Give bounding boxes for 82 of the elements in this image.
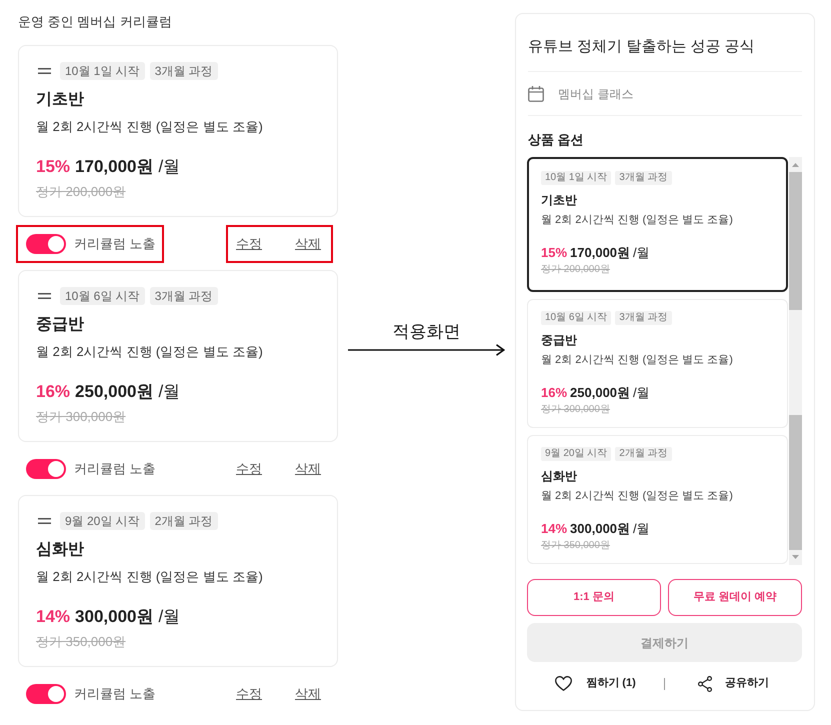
course-tag: 9월 20일 시작 <box>60 512 145 530</box>
action-button[interactable]: 1:1 문의 <box>527 579 661 616</box>
course-description: 월 2회 2시간씩 진행 (일정은 별도 조율) <box>36 118 264 136</box>
price-text: 300,000원 <box>570 520 630 538</box>
unit-text: /월 <box>158 606 180 628</box>
unit-text: /월 <box>633 244 650 262</box>
drag-handle-icon[interactable] <box>38 68 51 74</box>
section-heading: 상품 옵션 <box>528 131 585 149</box>
course-description: 월 2회 2시간씩 진행 (일정은 별도 조율) <box>541 213 734 228</box>
course-title: 기초반 <box>36 90 85 110</box>
discount-text: 14% <box>36 606 70 628</box>
course-tag: 3개월 과정 <box>615 311 672 325</box>
edit-link[interactable]: 수정 <box>236 458 262 478</box>
original-price: 정가 200,000원 <box>541 263 611 277</box>
course-tag: 3개월 과정 <box>615 171 672 185</box>
course-tag: 2개월 과정 <box>150 512 218 530</box>
unit-text: /월 <box>158 156 180 178</box>
course-tag: 3개월 과정 <box>150 62 218 80</box>
price-text: 170,000원 <box>75 156 154 178</box>
original-price: 정가 350,000원 <box>541 539 611 553</box>
category-label: 멤버십 클래스 <box>558 86 634 102</box>
edit-link[interactable]: 수정 <box>236 234 262 254</box>
heart-icon <box>555 676 572 691</box>
calendar-icon <box>528 86 544 102</box>
course-tag: 10월 1일 시작 <box>541 171 612 185</box>
drag-handle-icon[interactable] <box>38 293 51 299</box>
like-button[interactable]: 찜하기 (1) <box>555 675 636 692</box>
unit-text: /월 <box>633 520 650 538</box>
original-price: 정가 200,000원 <box>36 183 127 201</box>
preview-title: 유튜브 정체기 탈출하는 성공 공식 <box>528 37 756 57</box>
discount-text: 16% <box>36 381 70 403</box>
original-price: 정가 300,000원 <box>541 403 611 417</box>
original-price: 정가 350,000원 <box>36 633 127 651</box>
section-heading: 운영 중인 멤버십 커리큘럼 <box>18 13 173 31</box>
course-tag: 2개월 과정 <box>615 447 672 461</box>
delete-link[interactable]: 삭제 <box>295 234 321 254</box>
course-tag: 10월 6일 시작 <box>541 311 612 325</box>
discount-text: 15% <box>541 244 568 262</box>
scrollbar-thumb[interactable] <box>789 172 802 310</box>
option-card[interactable]: 10월 1일 시작 3개월 과정 기초반 월 2회 2시간씩 진행 (일정은 별도 조율) 15% 170,000원 /월 정가 200,000원 <box>527 157 788 292</box>
course-title: 심화반 <box>541 468 578 484</box>
course-description: 월 2회 2시간씩 진행 (일정은 별도 조율) <box>541 489 734 504</box>
price-text: 250,000원 <box>570 384 630 402</box>
edit-link[interactable]: 수정 <box>236 684 262 704</box>
drag-handle-icon[interactable] <box>38 518 51 524</box>
discount-text: 14% <box>541 520 568 538</box>
toggle-label: 커리큘럼 노출 <box>74 234 156 253</box>
share-button[interactable]: 공유하기 <box>698 675 769 692</box>
toggle-label: 커리큘럼 노출 <box>74 684 156 703</box>
price-text: 170,000원 <box>570 244 630 262</box>
visibility-toggle[interactable] <box>26 458 66 478</box>
arrow-label: 적용화면 <box>392 321 460 343</box>
course-title: 중급반 <box>541 332 578 348</box>
scroll-down-icon[interactable] <box>792 555 799 559</box>
course-title: 심화반 <box>36 540 85 560</box>
course-tag: 10월 1일 시작 <box>60 62 145 80</box>
price-text: 250,000원 <box>75 381 154 403</box>
scroll-up-icon[interactable] <box>792 163 799 167</box>
course-tag: 10월 6일 시작 <box>60 287 145 305</box>
toggle-label: 커리큘럼 노출 <box>74 460 156 478</box>
original-price: 정가 300,000원 <box>36 408 127 426</box>
price-text: 300,000원 <box>75 606 154 628</box>
option-card[interactable]: 10월 6일 시작 3개월 과정 중급반 월 2회 2시간씩 진행 (일정은 별도 조율) 16% 250,000원 /월 정가 300,000원 <box>527 299 788 428</box>
visibility-toggle[interactable] <box>26 684 66 704</box>
course-title: 중급반 <box>36 315 85 335</box>
course-description: 월 2회 2시간씩 진행 (일정은 별도 조율) <box>541 353 734 368</box>
course-tag: 9월 20일 시작 <box>541 447 612 461</box>
course-tag: 3개월 과정 <box>150 287 218 305</box>
option-card[interactable]: 9월 20일 시작 2개월 과정 심화반 월 2회 2시간씩 진행 (일정은 별도 조율) 14% 300,000원 /월 정가 350,000원 <box>527 435 788 564</box>
discount-text: 15% <box>36 156 70 178</box>
visibility-toggle[interactable] <box>26 234 66 254</box>
scrollbar-thumb[interactable] <box>789 415 802 550</box>
delete-link[interactable]: 삭제 <box>295 458 321 478</box>
delete-link[interactable]: 삭제 <box>295 684 321 704</box>
action-button[interactable]: 무료 원데이 예약 <box>668 579 802 616</box>
course-description: 월 2회 2시간씩 진행 (일정은 별도 조율) <box>36 568 264 586</box>
course-description: 월 2회 2시간씩 진행 (일정은 별도 조율) <box>36 343 264 361</box>
unit-text: /월 <box>158 381 180 403</box>
discount-text: 16% <box>541 384 568 402</box>
course-title: 기초반 <box>541 192 578 208</box>
share-icon <box>698 676 712 692</box>
unit-text: /월 <box>633 384 650 402</box>
